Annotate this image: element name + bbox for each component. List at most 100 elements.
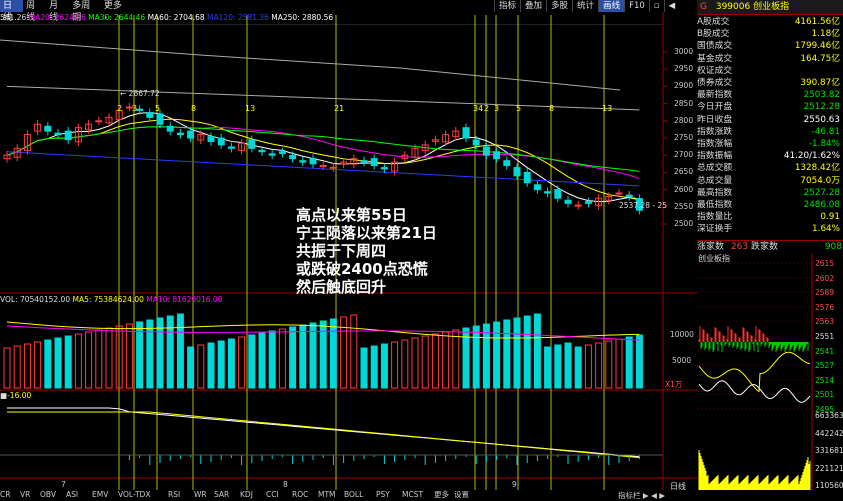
stat-row: 权证成交 — [697, 66, 843, 77]
stat-row: 指数涨跌 -46.81 — [697, 127, 843, 138]
indicator-tab[interactable]: KDJ — [240, 490, 253, 500]
candle — [207, 136, 215, 142]
stat-value: 390.87亿 — [800, 78, 840, 88]
next-icon[interactable]: ▶ — [659, 491, 665, 500]
stat-row: A股成交 4161.56亿 — [697, 17, 843, 28]
price-axis-label: 3000 — [674, 47, 694, 56]
price-axis-label: 2600 — [674, 184, 694, 194]
indicator-tab[interactable]: BOLL — [344, 490, 363, 500]
fib-count-label: 2 — [117, 104, 123, 113]
indicator-tab[interactable]: WR — [194, 490, 207, 500]
indicator-tab[interactable]: CR — [0, 490, 10, 500]
indicator-bar-button[interactable]: 指标栏 — [618, 491, 641, 500]
volume-bar — [268, 330, 276, 389]
candle — [482, 146, 490, 156]
indicator-tab[interactable]: ROC — [292, 490, 308, 500]
prev-icon[interactable]: ◀ — [651, 491, 657, 500]
mini-axis-label: 2527 — [815, 361, 835, 371]
volume-axis-10000: 10000 — [670, 330, 694, 339]
bottom-right-controls: 指标栏 ▶ ◀ ▶ — [618, 490, 665, 501]
bottom-right-tab[interactable]: 日线 — [670, 481, 686, 492]
stat-label: 最低指数 — [697, 200, 733, 210]
volume-bar — [227, 338, 235, 389]
volume-bar — [493, 321, 501, 389]
indicator-tab[interactable]: EMV — [92, 490, 108, 500]
mini-axis-label: 2514 — [815, 375, 835, 385]
indicator-tab[interactable]: PSY — [376, 490, 390, 500]
stat-row: 基金成交 164.75亿 — [697, 54, 843, 65]
candle — [64, 130, 72, 141]
volume-bar — [472, 325, 480, 389]
stat-value: 1799.46亿 — [794, 41, 840, 52]
candle — [625, 194, 633, 197]
volume-bar — [105, 327, 113, 389]
volume-bar — [595, 342, 603, 389]
stat-value: 41.20/1.62% — [783, 151, 840, 162]
ma-line — [6, 85, 640, 111]
candle — [503, 160, 511, 167]
annotation-text: 高点以来第55日 宁王陨落以来第21日 共振于下周四 或跌破2400点恐慌 然后… — [296, 206, 437, 296]
price-axis-label: 2850 — [674, 98, 694, 108]
candle — [360, 160, 368, 163]
stat-value: 2486.08 — [803, 200, 840, 210]
indicator-tab[interactable]: OBV — [40, 490, 56, 500]
high-price-label: ← 2867.72 — [120, 89, 160, 98]
volume-bar — [584, 344, 592, 389]
fib-count-label: 8 — [549, 104, 555, 113]
mini-axis-label: 2563 — [815, 317, 835, 327]
volume-bar — [85, 331, 93, 389]
candle — [584, 201, 592, 204]
candle — [54, 132, 62, 136]
indicator-tab[interactable]: 设置 — [454, 490, 469, 500]
stat-label: A股成交 — [697, 17, 730, 27]
volume-bar — [258, 332, 266, 389]
stat-label: 深证换手 — [697, 224, 733, 235]
volume-bar — [605, 340, 613, 389]
mini-axis-label: 2541 — [815, 346, 835, 356]
indicator-tab[interactable]: CCI — [266, 490, 279, 500]
stat-row: 最高指数 2527.28 — [697, 188, 843, 199]
volume-bar — [544, 346, 552, 389]
date-mark: 8 — [283, 480, 288, 489]
indicator-tab[interactable]: MCST — [402, 490, 423, 500]
volume-bar — [176, 313, 184, 389]
volume-bar — [329, 318, 337, 389]
stat-value: 2527.28 — [803, 187, 840, 198]
indicator-tab[interactable]: SAR — [214, 490, 229, 500]
volume-bar — [289, 326, 297, 389]
price-axis-label: 2550 — [674, 201, 694, 211]
candle — [166, 125, 174, 132]
volume-bar — [431, 333, 439, 389]
fib-count-label: 13 — [245, 104, 256, 113]
indicator-tab[interactable]: ASI — [66, 490, 78, 500]
volume-bar — [44, 339, 52, 389]
mini-axis-label: 2602 — [815, 273, 835, 283]
indicator-tab[interactable]: VR — [20, 490, 30, 500]
indicator-tab[interactable]: RSI — [168, 490, 180, 500]
index-header: G 399006 创业板指 — [697, 0, 843, 15]
price-axis-label: 2650 — [674, 167, 694, 177]
stat-label: 指数量比 — [697, 212, 733, 223]
volume-bar — [125, 323, 133, 389]
indicator-tab[interactable]: MTM — [318, 490, 336, 500]
mini-vol-axis-label: 110560 — [815, 481, 843, 490]
candle — [258, 149, 266, 153]
stat-value: 1.64% — [812, 224, 840, 235]
volume-bar — [217, 340, 225, 389]
indicator-tab[interactable]: 更多 — [434, 490, 449, 500]
stat-row: 指数量比 0.91 — [697, 212, 843, 223]
volume-bar — [442, 331, 450, 389]
candle — [544, 191, 552, 194]
indicator-tab[interactable]: VOL-TDX — [118, 490, 150, 500]
volume-bar — [411, 337, 419, 389]
mini-vol-axis-label: 331681 — [815, 446, 843, 455]
play-icon[interactable]: ▶ — [643, 491, 649, 500]
candle — [380, 167, 388, 170]
volume-bar — [278, 328, 286, 389]
volume-bar — [350, 314, 358, 389]
volume-bar — [574, 346, 582, 389]
volume-axis-5000: 5000 — [672, 356, 692, 365]
annotation-line: 宁王陨落以来第21日 — [296, 224, 437, 242]
volume-bar — [146, 319, 154, 389]
candle — [462, 127, 470, 139]
